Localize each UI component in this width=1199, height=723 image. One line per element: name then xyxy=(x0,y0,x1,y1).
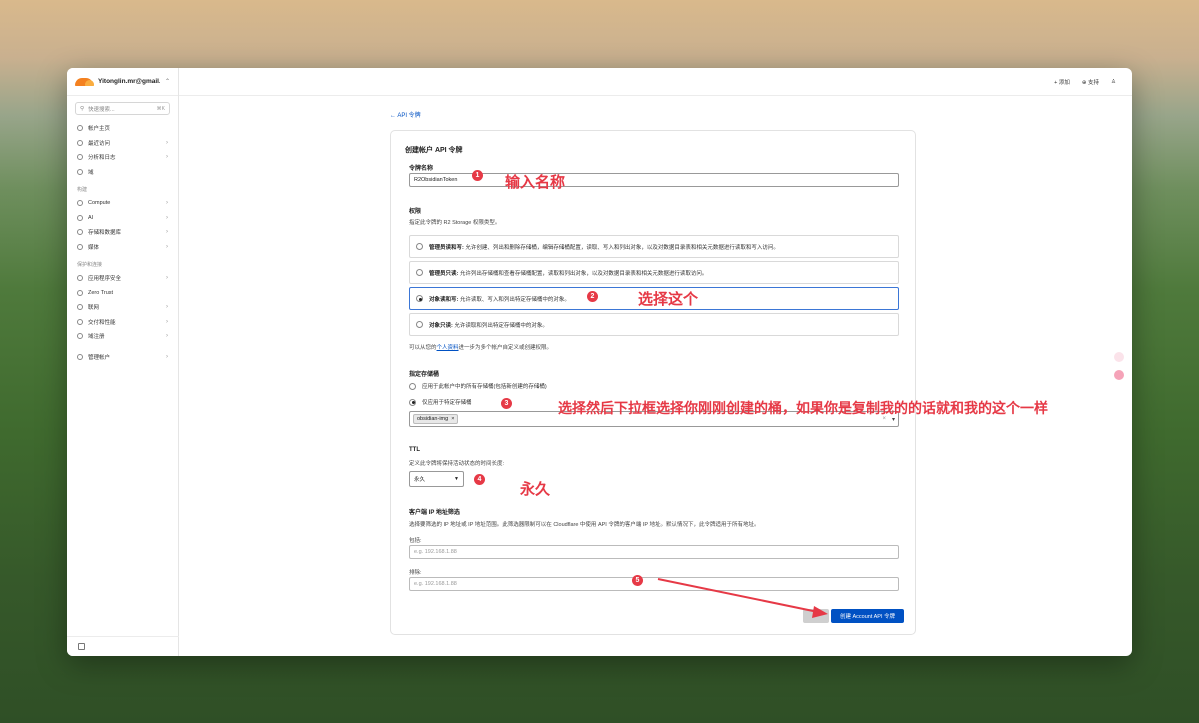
arrow-head xyxy=(812,606,828,618)
arrow-line xyxy=(657,578,819,613)
annotation-arrow xyxy=(657,578,828,618)
